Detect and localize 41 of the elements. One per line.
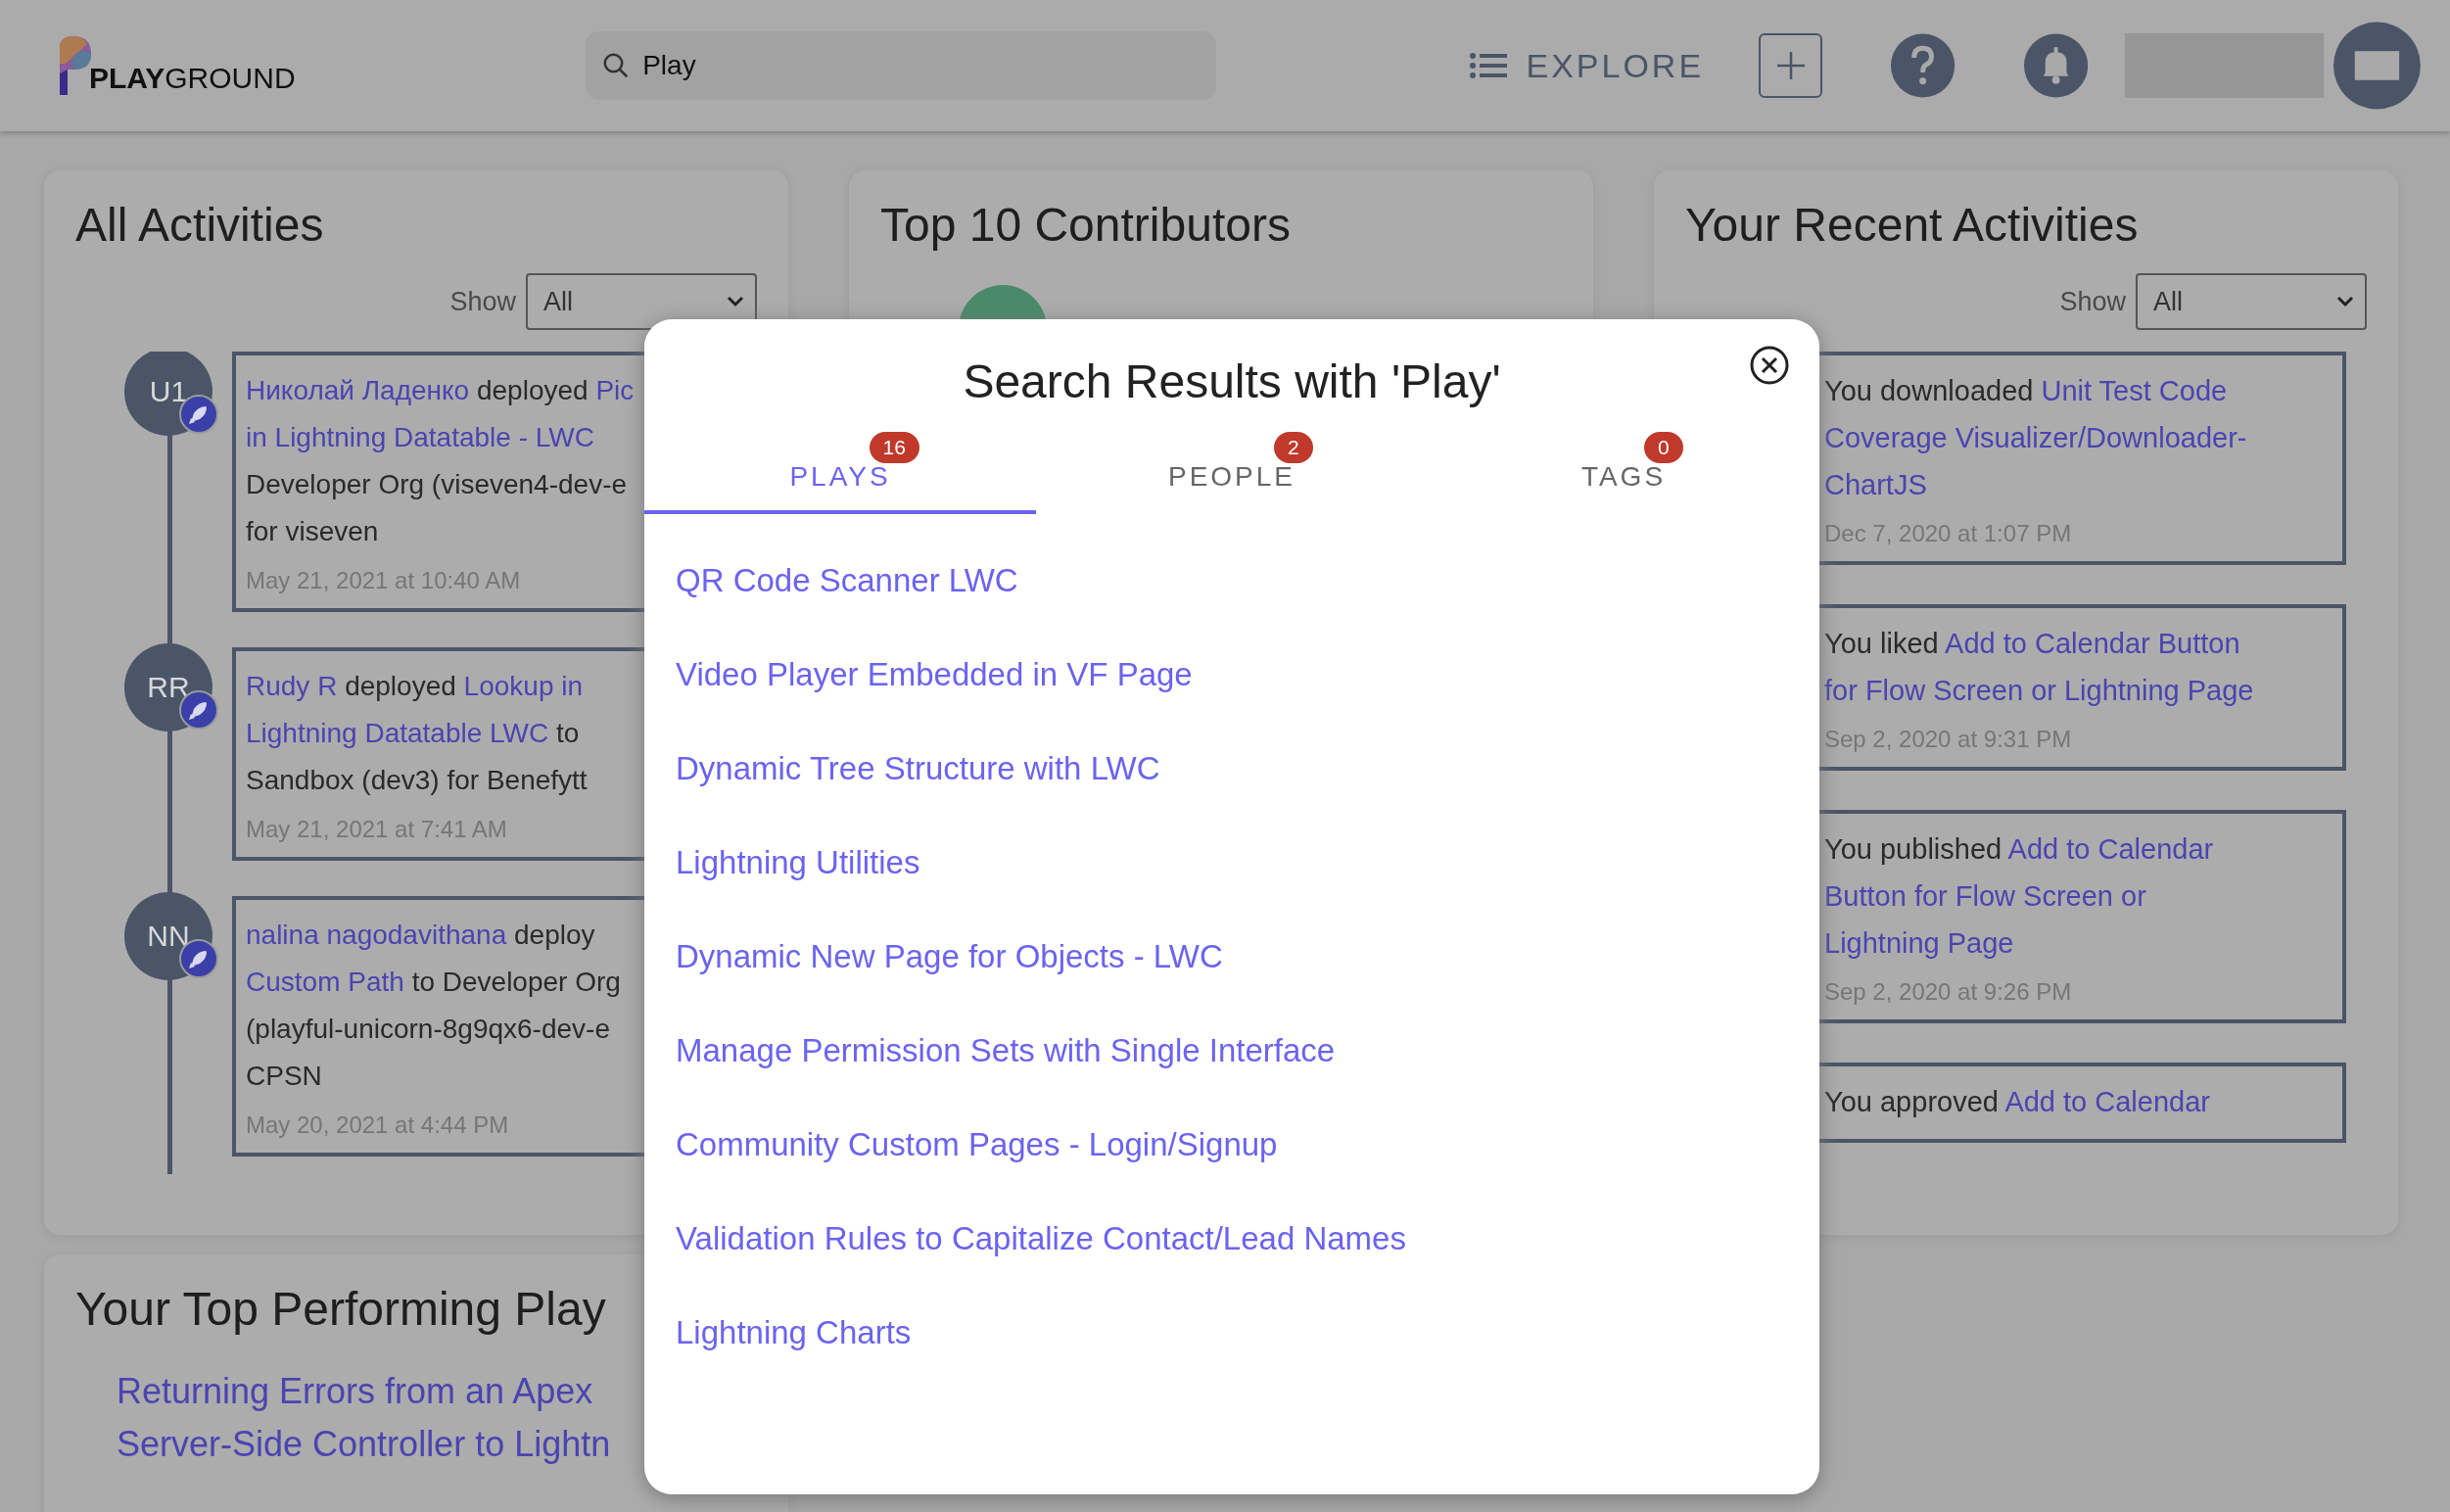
list-icon (1469, 51, 1509, 80)
add-button[interactable] (1759, 33, 1823, 98)
result-link[interactable]: Lightning Utilities (676, 843, 1788, 882)
result-link[interactable]: Validation Rules to Capitalize Contact/Lead Names (676, 1219, 1788, 1258)
help-icon[interactable] (1891, 33, 1955, 98)
result-link[interactable]: Lightning Charts (676, 1313, 1788, 1352)
count-badge: 2 (1274, 432, 1313, 463)
activity-text: You published Add to Calendar Button for Flow Screen or Lightning Page (1824, 832, 2214, 961)
tab[interactable]: PEOPLE 2 (1036, 420, 1428, 514)
dialog-title: Search Results with 'Play' (962, 354, 1502, 408)
count-badge: 16 (869, 432, 919, 463)
chevron-down-icon (726, 295, 745, 308)
filter-select[interactable]: All (2136, 273, 2367, 330)
result-link[interactable]: Manage Permission Sets with Single Interface (676, 1031, 1788, 1070)
show-label: Show (2059, 286, 2126, 317)
activity-text: You approved Add to Calendar (1824, 1085, 2210, 1119)
show-label: Show (449, 286, 516, 317)
tab[interactable]: TAGS 0 (1428, 420, 1819, 514)
count-badge: 0 (1644, 432, 1683, 463)
bell-icon[interactable] (2023, 33, 2088, 98)
result-link[interactable]: Video Player Embedded in VF Page (676, 655, 1788, 694)
card-title: Your Recent Activities (1685, 198, 2140, 252)
chevron-down-icon (2335, 295, 2355, 308)
activity-text: You liked Add to Calendar Button for Flow Screen or Lightning Page (1824, 627, 2254, 708)
result-link[interactable]: QR Code Scanner LWC (676, 561, 1788, 600)
avatar-icon[interactable] (2333, 22, 2421, 110)
logo-text[interactable]: PLAYGROUND (89, 62, 296, 95)
result-link[interactable]: Dynamic Tree Structure with LWC (676, 749, 1788, 788)
result-link[interactable]: Community Custom Pages - Login/Signup (676, 1125, 1788, 1164)
activity-text: You downloaded Unit Test Code Coverage Visualizer/Downloader- ChartJS (1824, 374, 2247, 502)
search-field[interactable]: Play (586, 31, 1217, 100)
activity-text: Николай Ладенко deployed Pic in Lightning Datatable - LWC Developer Org (viseven4-dev-e for viseven (246, 374, 635, 548)
card-title: All Activities (75, 198, 325, 252)
activity-text: Rudy R deployed Lookup in Lightning Datatable LWC to Sandbox (dev3) for Benefytt (246, 670, 588, 797)
plus-icon (1774, 50, 1807, 81)
activity-text: nalina nagodavithana deploy Custom Path to Developer Org (playful-unicorn-8g9qx6-dev-e CPSN (246, 919, 621, 1093)
tab[interactable]: PLAYS 16 (644, 420, 1036, 514)
result-link[interactable]: Dynamic New Page for Objects - LWC (676, 937, 1788, 976)
card-title: Top 10 Contributors (880, 198, 1292, 252)
close-icon[interactable] (1749, 345, 1790, 386)
explore-button[interactable]: EXPLORE (1469, 46, 1705, 85)
